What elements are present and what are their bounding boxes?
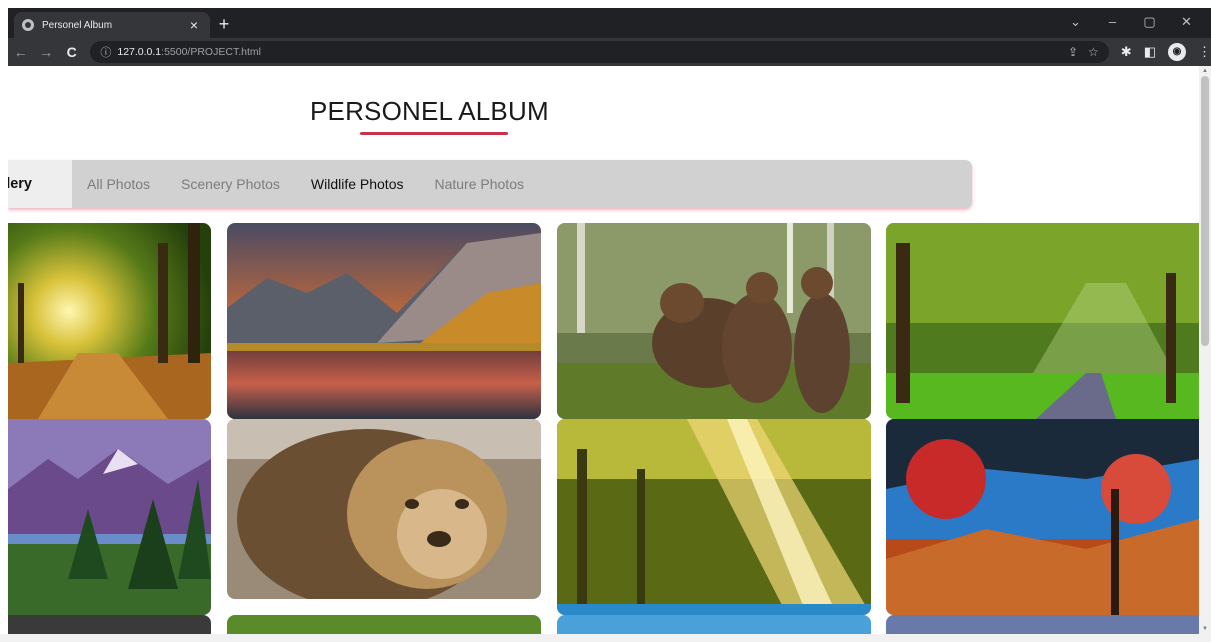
autumn-tree-image <box>886 419 1199 615</box>
photo-partial-4[interactable] <box>886 615 1199 634</box>
scroll-down-arrow-icon[interactable]: ▼ <box>1199 626 1211 632</box>
photo-bears[interactable] <box>557 223 871 419</box>
bears-image <box>557 223 871 419</box>
window-controls: ⌄ – ▢ ✕ <box>1057 14 1205 30</box>
forest-road-image <box>8 223 211 419</box>
mountain-lake-image <box>227 223 541 419</box>
tab-title: Personel Album <box>42 19 113 31</box>
globe-icon <box>22 19 34 31</box>
page-viewport: PERSONEL ALBUM Gallery All Photos Scener… <box>8 66 1199 634</box>
back-button[interactable]: ← <box>8 44 33 60</box>
new-tab-button[interactable]: + <box>214 13 234 35</box>
photo-sunlit-jungle[interactable] <box>557 419 871 615</box>
filter-all-photos[interactable]: All Photos <box>87 176 150 192</box>
gallery-brand: Gallery <box>8 160 72 208</box>
profile-avatar[interactable]: ◉ <box>1168 43 1186 61</box>
photo-partial-2[interactable] <box>227 615 541 634</box>
forward-button[interactable]: → <box>33 44 58 60</box>
photo-lion[interactable] <box>227 419 541 599</box>
browser-chrome: Personel Album × + ⌄ – ▢ ✕ ← → C ⓘ 127.0… <box>8 8 1211 66</box>
photo-partial-3[interactable] <box>557 615 871 634</box>
photo-purple-mountains[interactable] <box>8 419 211 615</box>
browser-tab[interactable]: Personel Album × <box>14 12 210 38</box>
extensions-icon[interactable]: ✱ <box>1121 44 1132 60</box>
lion-image <box>227 419 541 599</box>
address-actions: ⇪ ☆ <box>1068 45 1109 59</box>
minimize-button[interactable]: – <box>1094 14 1131 30</box>
filter-nature-photos[interactable]: Nature Photos <box>434 176 524 192</box>
photo-autumn-tree-valley[interactable] <box>886 419 1199 615</box>
vertical-scrollbar[interactable]: ▲ ▼ <box>1199 66 1211 634</box>
maximize-button[interactable]: ▢ <box>1131 14 1168 30</box>
horizontal-scrollbar[interactable] <box>0 634 1211 642</box>
scrollbar-thumb[interactable] <box>1201 76 1209 346</box>
title-underline <box>360 132 508 135</box>
tab-search-icon[interactable]: ⌄ <box>1057 14 1094 30</box>
side-panel-icon[interactable]: ◧ <box>1144 44 1156 60</box>
reload-button[interactable]: C <box>59 44 84 60</box>
forest-path-image <box>886 223 1199 419</box>
photo-forest-road-sunset[interactable] <box>8 223 211 419</box>
url-path: :5500/PROJECT.html <box>161 46 261 58</box>
close-tab-icon[interactable]: × <box>186 17 202 33</box>
url-host: 127.0.0.1 <box>117 46 162 58</box>
toolbar-icons: ✱ ◧ ◉ ⋮ <box>1121 43 1211 61</box>
photo-mountain-lake-sunset[interactable] <box>227 223 541 419</box>
filter-scenery-photos[interactable]: Scenery Photos <box>181 176 280 192</box>
purple-mountains-image <box>8 419 211 615</box>
scroll-up-arrow-icon[interactable]: ▲ <box>1199 68 1211 74</box>
page-title: PERSONEL ALBUM <box>310 96 549 126</box>
close-window-button[interactable]: ✕ <box>1168 14 1205 30</box>
sunlit-jungle-image <box>557 419 871 615</box>
share-icon[interactable]: ⇪ <box>1068 45 1078 59</box>
info-icon[interactable]: ⓘ <box>100 44 111 60</box>
tab-strip: Personel Album × + ⌄ – ▢ ✕ <box>8 8 1211 38</box>
filter-bar: Gallery All Photos Scenery Photos Wildli… <box>8 160 972 208</box>
photo-partial-1[interactable] <box>8 615 211 634</box>
menu-icon[interactable]: ⋮ <box>1198 44 1211 60</box>
filter-wildlife-photos[interactable]: Wildlife Photos <box>311 176 404 192</box>
browser-toolbar: ← → C ⓘ 127.0.0.1 :5500/PROJECT.html ⇪ ☆… <box>8 38 1211 66</box>
bookmark-star-icon[interactable]: ☆ <box>1088 45 1099 59</box>
address-bar[interactable]: ⓘ 127.0.0.1 :5500/PROJECT.html ⇪ ☆ <box>90 41 1109 63</box>
photo-forest-path-sunrays[interactable] <box>886 223 1199 419</box>
